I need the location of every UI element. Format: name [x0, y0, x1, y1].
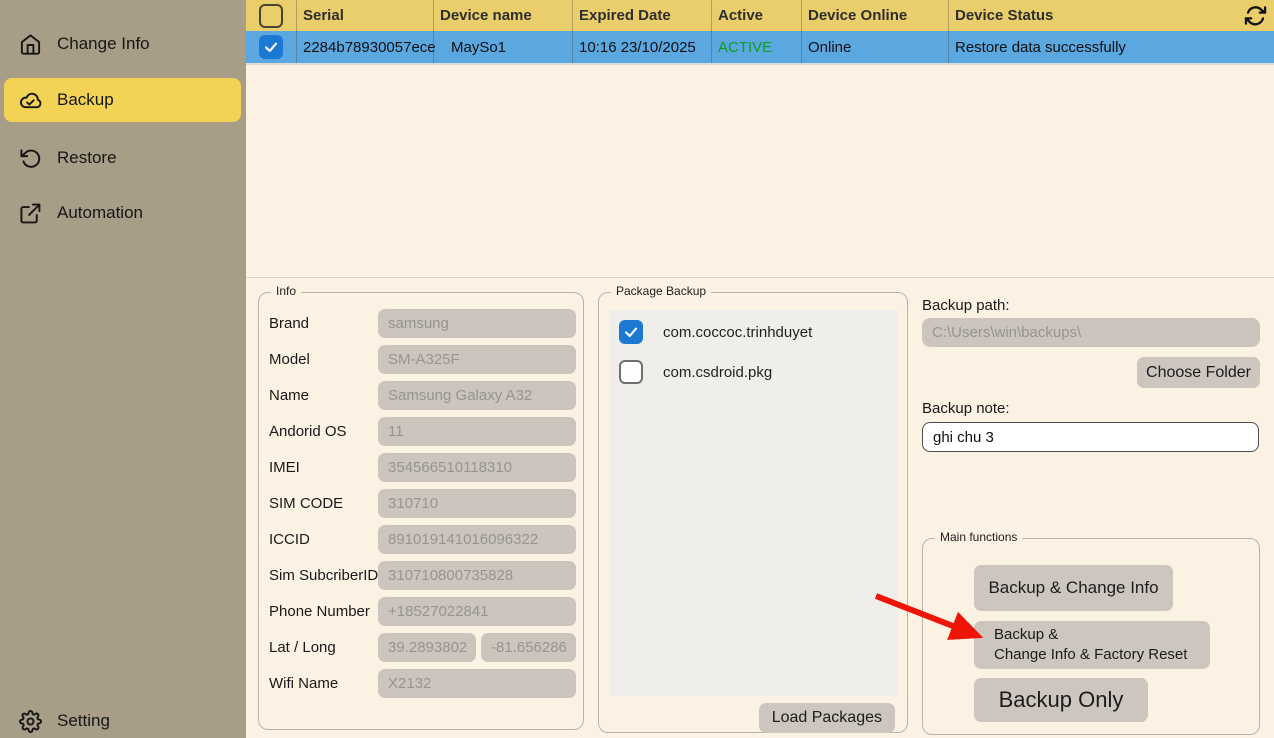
cell-expired-date: 10:16 23/10/2025 [572, 31, 711, 63]
info-row-android-os: Andorid OS [269, 417, 575, 446]
gear-icon [19, 710, 42, 733]
info-panel-legend: Info [271, 284, 301, 298]
info-row-wifi-name: Wifi Name [269, 669, 575, 698]
android-os-field [378, 417, 576, 446]
restore-icon [19, 147, 42, 170]
cell-active-status: ACTIVE [711, 31, 801, 63]
main-functions-legend: Main functions [935, 530, 1022, 544]
latitude-field [378, 633, 476, 662]
info-panel: Info Brand Model Name Andorid OS IMEI SI… [258, 292, 584, 730]
wifi-name-field [378, 669, 576, 698]
package-item[interactable]: com.coccoc.trinhduyet [619, 320, 812, 344]
package-name: com.coccoc.trinhduyet [663, 324, 812, 341]
refresh-icon [1244, 4, 1267, 27]
info-row-sim-code: SIM CODE [269, 489, 575, 518]
column-header-serial: Serial [296, 0, 433, 31]
info-row-phone-number: Phone Number [269, 597, 575, 626]
package-item[interactable]: com.csdroid.pkg [619, 360, 772, 384]
sim-code-field [378, 489, 576, 518]
sim-subscriber-field [378, 561, 576, 590]
column-header-device-name: Device name [433, 0, 572, 31]
sidebar-item-label: Backup [57, 90, 114, 110]
phone-number-field [378, 597, 576, 626]
sidebar-item-change-info[interactable]: Change Info [4, 22, 241, 66]
package-list: com.coccoc.trinhduyet com.csdroid.pkg [609, 310, 898, 696]
longitude-field [481, 633, 576, 662]
sidebar-item-restore[interactable]: Restore [4, 136, 241, 180]
sidebar-item-backup[interactable]: Backup [4, 78, 241, 122]
cell-serial: 2284b78930057ece [296, 31, 433, 63]
cell-device-name: MaySo1 [433, 31, 572, 63]
device-table-header: Serial Device name Expired Date Active D… [246, 0, 1274, 31]
main-functions-panel: Main functions Backup & Change Info Back… [922, 538, 1260, 735]
sidebar: Change Info Backup Restore Automation Se… [0, 0, 246, 738]
name-field [378, 381, 576, 410]
sidebar-item-label: Change Info [57, 34, 150, 54]
row-select-cell [246, 31, 296, 63]
backup-note-label: Backup note: [922, 400, 1010, 417]
package-name: com.csdroid.pkg [663, 364, 772, 381]
device-table-row[interactable]: 2284b78930057ece MaySo1 10:16 23/10/2025… [246, 31, 1274, 63]
home-icon [19, 33, 42, 56]
check-icon [263, 39, 279, 55]
row-underline [246, 63, 1274, 65]
app-window: Change Info Backup Restore Automation Se… [0, 0, 1274, 738]
check-icon [623, 324, 639, 340]
backup-only-button[interactable]: Backup Only [974, 678, 1148, 722]
model-field [378, 345, 576, 374]
sidebar-item-label: Restore [57, 148, 117, 168]
backup-change-info-factory-reset-button[interactable]: Backup & Change Info & Factory Reset [974, 621, 1210, 669]
info-row-lat-long: Lat / Long [269, 633, 575, 662]
info-row-model: Model [269, 345, 575, 374]
backup-note-input[interactable] [922, 422, 1259, 452]
select-all-checkbox[interactable] [259, 4, 283, 28]
column-header-device-online: Device Online [801, 0, 948, 31]
brand-field [378, 309, 576, 338]
info-row-name: Name [269, 381, 575, 410]
cell-device-status: Restore data successfully [948, 31, 1274, 63]
column-header-active: Active [711, 0, 801, 31]
info-row-imei: IMEI [269, 453, 575, 482]
row-checkbox[interactable] [259, 35, 283, 59]
iccid-field [378, 525, 576, 554]
package-checkbox-unchecked[interactable] [619, 360, 643, 384]
choose-folder-button[interactable]: Choose Folder [1137, 357, 1260, 388]
sidebar-item-automation[interactable]: Automation [4, 191, 241, 235]
info-row-brand: Brand [269, 309, 575, 338]
table-bottom-divider [246, 277, 1274, 278]
column-header-expired-date: Expired Date [572, 0, 711, 31]
cell-device-online: Online [801, 31, 948, 63]
info-row-sim-subscriber: Sim SubcriberID [269, 561, 575, 590]
backup-path-input [922, 318, 1260, 347]
backup-and-change-info-button[interactable]: Backup & Change Info [974, 565, 1173, 611]
backup-path-label: Backup path: [922, 297, 1010, 314]
cloud-check-icon [19, 89, 42, 112]
column-header-device-status: Device Status [948, 0, 1274, 31]
package-backup-panel: Package Backup com.coccoc.trinhduyet com… [598, 292, 908, 733]
package-checkbox-checked[interactable] [619, 320, 643, 344]
sidebar-item-label: Setting [57, 711, 110, 731]
refresh-devices-button[interactable] [1244, 4, 1267, 27]
sidebar-item-setting[interactable]: Setting [4, 699, 241, 738]
load-packages-button[interactable]: Load Packages [759, 703, 895, 733]
package-backup-legend: Package Backup [611, 284, 711, 298]
external-link-icon [19, 202, 42, 225]
info-row-iccid: ICCID [269, 525, 575, 554]
imei-field [378, 453, 576, 482]
select-all-cell [246, 0, 296, 31]
sidebar-item-label: Automation [57, 203, 143, 223]
